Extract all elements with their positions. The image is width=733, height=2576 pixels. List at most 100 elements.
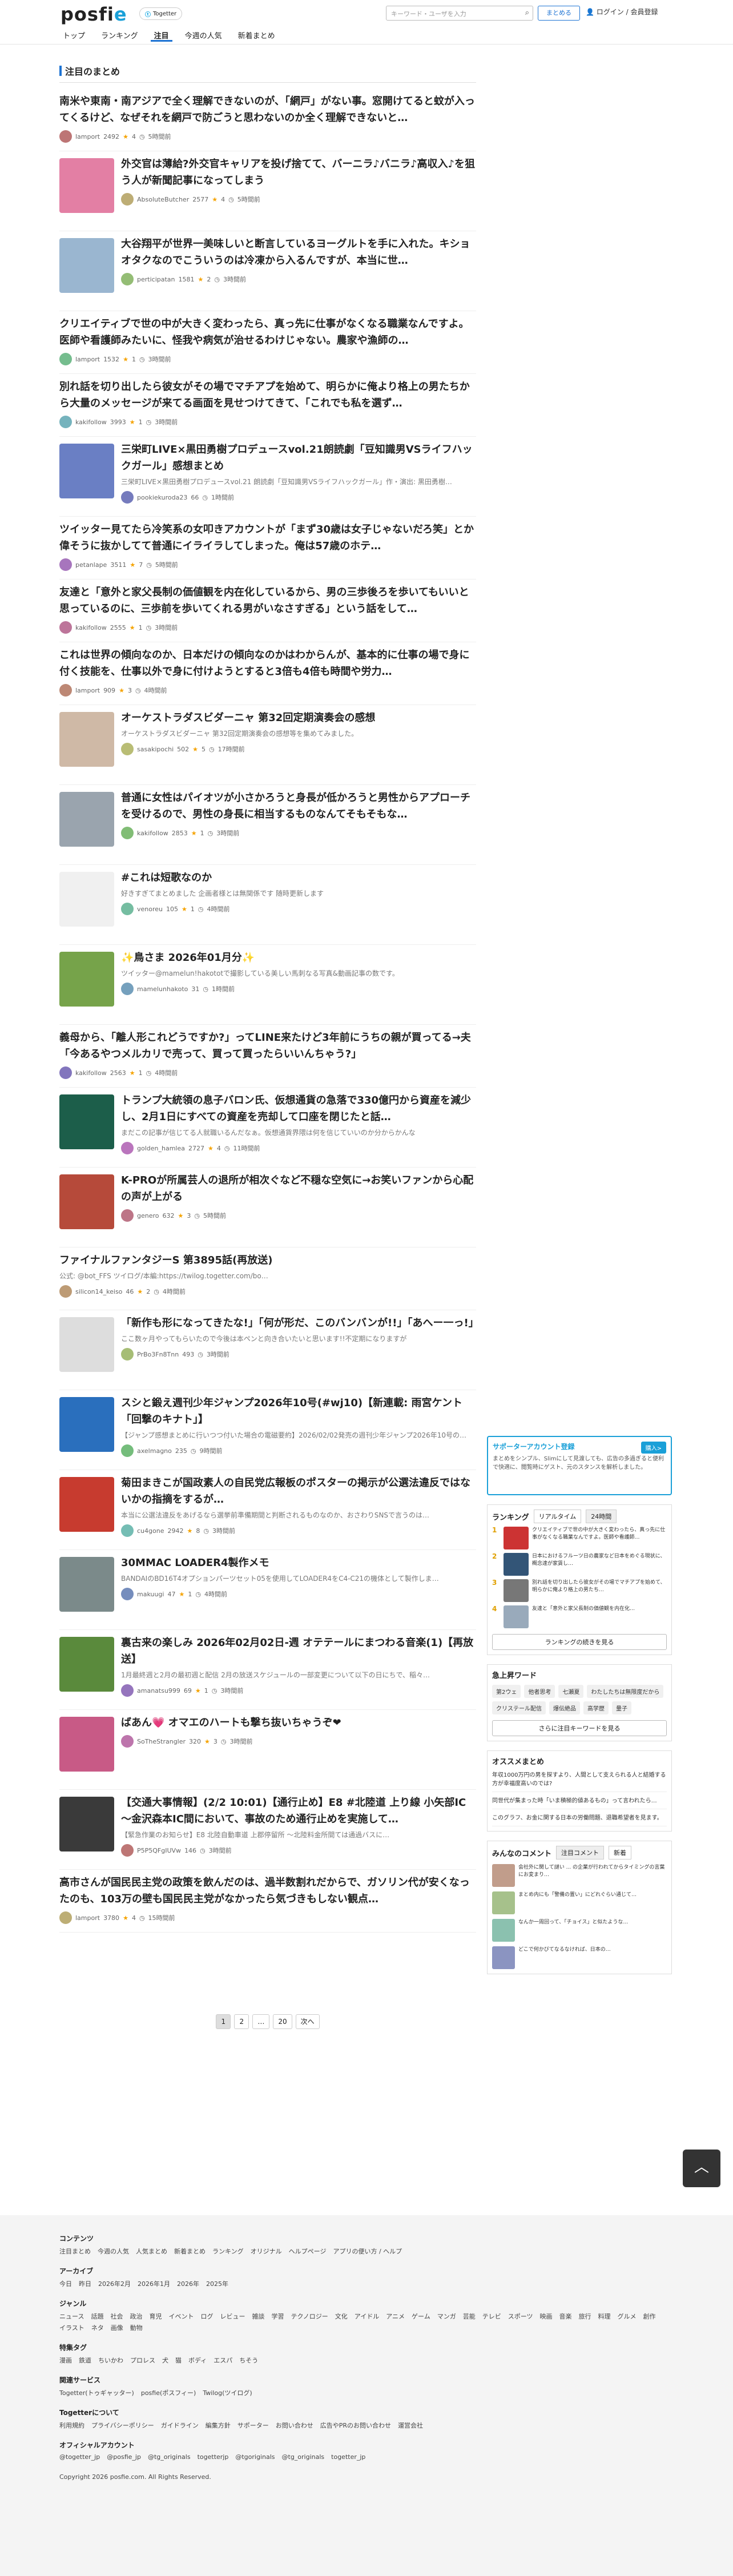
search-input[interactable]: キーワード・ユーザを入力 ⌕ [386, 6, 533, 21]
avatar[interactable] [121, 983, 134, 995]
list-item[interactable]: トランプ大統領の息子バロン氏、仮想通貨の急落で330億円から資産を減少し、2月1… [59, 1088, 476, 1168]
footer-link[interactable]: Togetter(トゥギャッター) [59, 2388, 134, 2397]
user-name[interactable]: kakifollow [137, 830, 168, 837]
avatar[interactable] [59, 1285, 72, 1298]
footer-link[interactable]: お問い合わせ [276, 2421, 313, 2430]
list-item[interactable]: #これは短歌なのか 好きすぎてまとめました 企画者様とは無関係です 随時更新します… [59, 865, 476, 945]
list-item[interactable]: ファイナルファンタジーS 第3895話(再放送) 公式: @bot_FFS ツイロ… [59, 1247, 476, 1310]
footer-link[interactable]: 運営会社 [398, 2421, 423, 2430]
footer-link[interactable]: togetterjp [198, 2453, 229, 2461]
tab-realtime[interactable]: リアルタイム [533, 1510, 582, 1523]
article-title[interactable]: ファイナルファンタジーS 第3895話(再放送) [59, 1252, 476, 1269]
avatar[interactable] [121, 491, 134, 504]
supporter-buy-button[interactable]: 購入> [641, 1442, 666, 1454]
footer-link[interactable]: 旅行 [578, 2312, 591, 2321]
footer-link[interactable]: 社会 [110, 2312, 123, 2321]
article-title[interactable]: 外交官は薄給?外交官キャリアを投げ捨てて、バーニラ♪バニラ♪高収入♪を狙う人が新… [121, 156, 476, 189]
posfie-logo[interactable]: posfie [61, 3, 127, 25]
avatar[interactable] [121, 1142, 134, 1154]
list-item[interactable]: 南米や東南・南アジアで全く理解できないのが、「網戸」がない事。窓開けてると蚊が入… [59, 88, 476, 151]
article-title[interactable]: 義母から、「離人形これどうですか?」ってLINE来たけど3年前にうちの親が買って… [59, 1029, 476, 1062]
footer-link[interactable]: @posfie_jp [107, 2453, 141, 2461]
article-thumbnail[interactable] [59, 1477, 114, 1532]
footer-link[interactable]: ログ [200, 2312, 213, 2321]
user-name[interactable]: lamport [75, 687, 100, 694]
avatar[interactable] [121, 1209, 134, 1222]
user-name[interactable]: makuugi [137, 1591, 164, 1598]
user-name[interactable]: mamelunhakoto [137, 985, 188, 993]
footer-link[interactable]: 映画 [539, 2312, 552, 2321]
article-title[interactable]: 「新作も形になってきたな!」「何が形だ、このバンバンが!!」「あへー一っ!」 [121, 1315, 479, 1331]
list-item[interactable]: 別れ話を切り出したら彼女がその場でマチアプを始めて、明らかに俺より格上の男たちか… [59, 374, 476, 437]
user-name[interactable]: lamport [75, 133, 100, 140]
article-thumbnail[interactable] [59, 1557, 114, 1612]
footer-link[interactable]: プロレス [130, 2356, 155, 2365]
footer-link[interactable]: アニメ [386, 2312, 405, 2321]
user-name[interactable]: amanatsu999 [137, 1687, 180, 1694]
footer-link[interactable]: プライバシーポリシー [91, 2421, 154, 2430]
avatar[interactable] [121, 193, 134, 206]
footer-link[interactable]: 人気まとめ [136, 2247, 167, 2256]
footer-link[interactable]: ボディ [188, 2356, 207, 2365]
nav-weekly[interactable]: 今週の人気 [182, 28, 225, 42]
article-thumbnail[interactable] [59, 1094, 114, 1149]
footer-link[interactable]: 広告やPRのお問い合わせ [320, 2421, 391, 2430]
article-thumbnail[interactable] [59, 1317, 114, 1372]
user-name[interactable]: AbsoluteButcher [137, 196, 189, 203]
togetter-pill[interactable]: ⓣ Togetter [139, 7, 183, 20]
list-item[interactable]: K-PROが所属芸人の退所が相次ぐなど不穏な空気に→お笑いファンから心配の声が上… [59, 1168, 476, 1247]
comment-item[interactable]: 会社外に関して謎い ... の企業が行われてからタイミングの言葉にお変まり… [492, 1864, 667, 1887]
list-item[interactable]: 「新作も形になってきたな!」「何が形だ、このバンバンが!!」「あへー一っ!」 ここ… [59, 1310, 479, 1390]
footer-link[interactable]: 話題 [91, 2312, 103, 2321]
ranking-item[interactable]: 4 友達と「意外と家父長制の価値観を内在化… [492, 1605, 667, 1628]
list-item[interactable]: 三栄町LIVE×黒田勇樹プロデュースvol.21朗読劇「豆知識男VSライフハック… [59, 437, 476, 517]
footer-link[interactable]: スポーツ [508, 2312, 533, 2321]
avatar[interactable] [121, 903, 134, 915]
article-title[interactable]: 裏古来の楽しみ 2026年02月02日-週 オテテールにまつわる音楽(1)【再放… [121, 1635, 476, 1668]
ranking-more-button[interactable]: ランキングの続きを見る [492, 1634, 667, 1650]
list-item[interactable]: 義母から、「離人形これどうですか?」ってLINE来たけど3年前にうちの親が買って… [59, 1025, 476, 1088]
user-name[interactable]: lamport [75, 1914, 100, 1922]
article-title[interactable]: 【交通大事情報】(2/2 10:01)【通行止め】E8 #北陸道 上り線 小矢部… [121, 1794, 476, 1828]
list-item[interactable]: 30MMAC LOADER4製作メモ BANDAIのBD16T4オプションパーツセ… [59, 1550, 476, 1630]
article-title[interactable]: 高市さんが国民民主党の政策を飲んだのは、過半数割れだからで、ガソリン代が安くなっ… [59, 1874, 476, 1907]
article-title[interactable]: #これは短歌なのか [121, 870, 476, 886]
article-title[interactable]: 南米や東南・南アジアで全く理解できないのが、「網戸」がない事。窓開けてると蚊が入… [59, 93, 476, 126]
avatar[interactable] [121, 1348, 134, 1361]
footer-link[interactable]: 画像 [111, 2323, 123, 2332]
avatar[interactable] [59, 1066, 72, 1079]
avatar[interactable] [59, 684, 72, 697]
list-item[interactable]: ツイッター見てたら冷笑系の女叩きアカウントが「まず30歳は女子じゃないだろ笑」と… [59, 517, 476, 579]
article-title[interactable]: オーケストラダスビダーニャ 第32回定期演奏会の感想 [121, 710, 476, 726]
footer-link[interactable]: 芸能 [463, 2312, 476, 2321]
article-title[interactable]: 普通に女性はパイオツが小さかろうと身長が低かろうと男性からアプローチを受けるので… [121, 790, 476, 823]
footer-link[interactable]: レビュー [220, 2312, 245, 2321]
footer-link[interactable]: 昨日 [79, 2279, 91, 2288]
avatar[interactable] [121, 1588, 134, 1600]
ranking-item[interactable]: 1 クリエイティブで世の中が大きく変わったら、真っ先に仕事がなくなる職業なんですよ… [492, 1527, 667, 1549]
footer-link[interactable]: グルメ [617, 2312, 636, 2321]
list-item[interactable]: 大谷翔平が世界一美味しいと断言しているヨーグルトを手に入れた。キショオタクなので… [59, 231, 476, 311]
footer-link[interactable]: 文化 [335, 2312, 348, 2321]
footer-link[interactable]: 雑談 [252, 2312, 264, 2321]
user-name[interactable]: SoTheStrangler [137, 1738, 186, 1745]
footer-link[interactable]: 育児 [149, 2312, 162, 2321]
article-title[interactable]: K-PROが所属芸人の退所が相次ぐなど不穏な空気に→お笑いファンから心配の声が上… [121, 1172, 476, 1205]
footer-link[interactable]: ランキング [212, 2247, 244, 2256]
page-2[interactable]: 2 [234, 2014, 249, 2029]
ranking-item[interactable]: 2 日本におけるフルーツ日の農家など日本をめぐる現状に、概念達が家賃し… [492, 1553, 667, 1576]
footer-link[interactable]: テレビ [482, 2312, 501, 2321]
list-item[interactable]: 裏古来の楽しみ 2026年02月02日-週 オテテールにまつわる音楽(1)【再放… [59, 1630, 476, 1710]
article-thumbnail[interactable] [59, 712, 114, 767]
recommend-item[interactable]: 同世代が集まった時「いま積極的値あるもの」って言われたら… [492, 1797, 667, 1809]
footer-link[interactable]: ガイドライン [161, 2421, 199, 2430]
article-title[interactable]: 三栄町LIVE×黒田勇樹プロデュースvol.21朗読劇「豆知識男VSライフハック… [121, 441, 476, 474]
footer-link[interactable]: ヘルプページ [289, 2247, 327, 2256]
footer-link[interactable]: オリジナル [251, 2247, 282, 2256]
footer-link[interactable]: 猫 [175, 2356, 182, 2365]
user-name[interactable]: axelmagno [137, 1447, 172, 1455]
keyword-chip[interactable]: わたしたちは無限度だから [587, 1685, 664, 1698]
user-name[interactable]: genero [137, 1212, 159, 1219]
footer-link[interactable]: 今週の人気 [98, 2247, 129, 2256]
user-name[interactable]: sasakipochi [137, 746, 174, 753]
